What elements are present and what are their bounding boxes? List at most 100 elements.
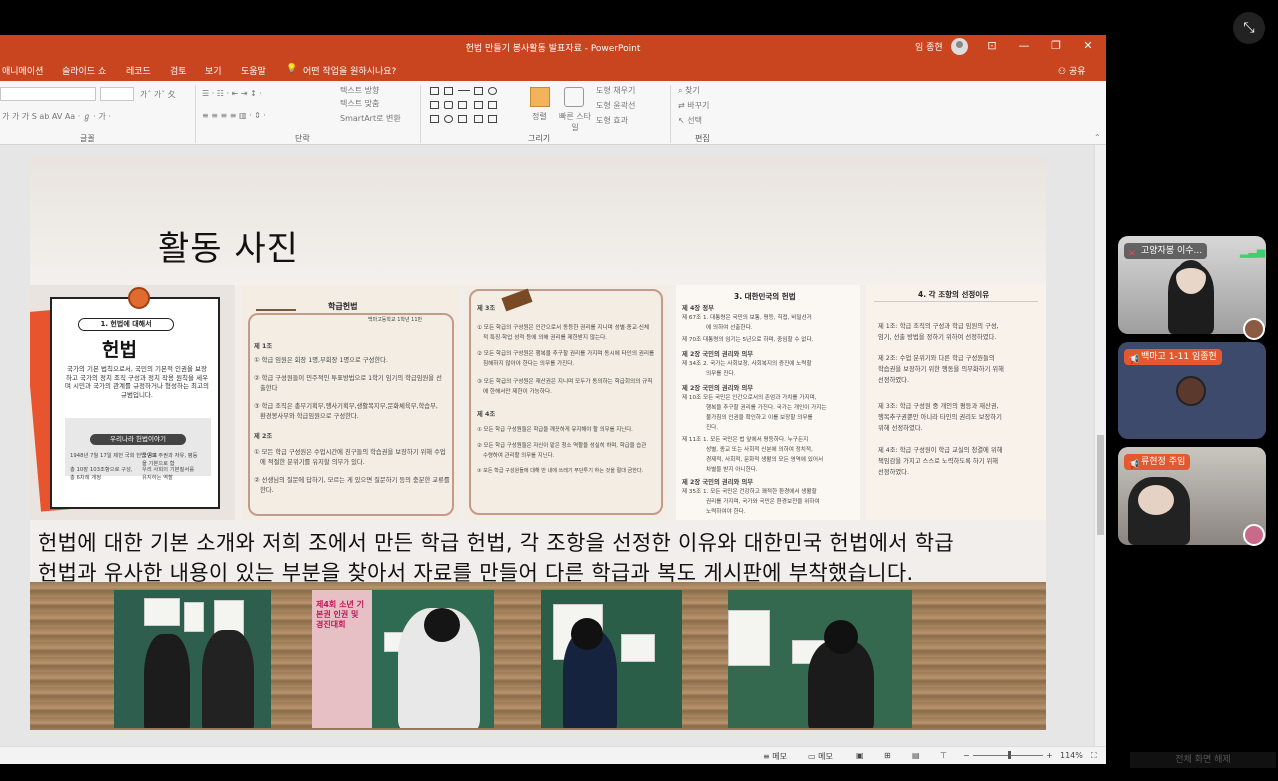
activity-photo-3: [541, 590, 682, 728]
poster-title: 3. 대한민국의 헌법: [734, 292, 796, 301]
align-text-button[interactable]: 텍스트 맞춤: [340, 98, 379, 109]
zoom-level[interactable]: 114%: [1060, 751, 1083, 760]
select-label: 선택: [687, 116, 702, 125]
font-size-box[interactable]: [100, 87, 134, 101]
poster-line: 출한다: [260, 385, 278, 392]
person-icon: ⚇: [1058, 67, 1069, 77]
slideshow-icon[interactable]: ⊤: [940, 751, 947, 760]
poster-line: 노력하여야 한다.: [706, 509, 746, 515]
poster-line: 에 적절한 분위기를 유지할 의무가 있다.: [260, 459, 365, 466]
shape-fill-button[interactable]: 도형 채우기: [596, 85, 635, 96]
poster-line: 의무를 진다.: [706, 371, 736, 377]
group-paragraph: 단락: [295, 134, 310, 143]
shape-effects-button[interactable]: 도형 효과: [596, 115, 628, 126]
find-button[interactable]: ⌕ 찾기: [678, 85, 700, 96]
poster-body: 국가의 기본 법칙으로서, 국민의 기본적 인권을 보장하고 국가의 정치 조직…: [65, 365, 209, 399]
avatar: [1243, 318, 1265, 340]
comments-label: 메모: [818, 752, 833, 761]
search-icon: ⌕: [678, 86, 686, 95]
normal-view-icon[interactable]: ▣: [856, 751, 864, 760]
poster-line: 차별을 받지 아니한다.: [706, 467, 758, 473]
exit-fullscreen-icon[interactable]: ⤡: [1233, 12, 1265, 44]
list-icons[interactable]: ☰ · ☷ · ⇤ ⇥ ↕ ·: [202, 89, 262, 98]
reading-view-icon[interactable]: ▤: [912, 751, 920, 760]
user-name[interactable]: 임 종현: [915, 40, 943, 53]
notes-button[interactable]: ≡ 메모: [763, 751, 787, 762]
zoom-out-icon[interactable]: −: [963, 751, 970, 760]
replace-label: 바꾸기: [687, 101, 710, 110]
tab-animations[interactable]: 애니메이션: [2, 64, 43, 77]
poster-line: ③ 모든 학급의 구성원은 재산권은 지니며 모두가 동의하는 학급회의의 규칙: [477, 379, 653, 385]
poster-line: 제 11조 1. 모든 국민은 법 앞에서 평등하다. 누구든지: [682, 437, 809, 443]
select-button[interactable]: ↖ 선택: [678, 115, 702, 126]
shapes-gallery[interactable]: [428, 85, 518, 125]
ribbon-tabs: 애니메이션 슬라이드 쇼 레코드 검토 보기 도움말 💡 어떤 작업을 원하시나…: [0, 59, 1106, 81]
activity-photo-2: 제4회 소년 기본권 인권 및 경진대회: [312, 590, 494, 728]
tab-review[interactable]: 검토: [170, 64, 187, 77]
share-button[interactable]: ⚇ 공유: [1058, 64, 1086, 77]
avatar[interactable]: [951, 38, 968, 55]
participant-name-text: 고양자봉 이수...: [1141, 246, 1203, 256]
poster-line: 제 67조 1. 대통령은 국민의 보통, 평등, 직접, 비밀선거: [682, 315, 812, 321]
fit-to-window-icon[interactable]: ⛶: [1091, 751, 1097, 761]
close-button[interactable]: ✕: [1078, 39, 1098, 52]
participant-face: [1138, 485, 1174, 515]
divider: [670, 85, 671, 143]
tab-help[interactable]: 도움말: [241, 64, 266, 77]
poster-school: 백마고등학교 1학년 11반: [368, 317, 423, 323]
shape-outline-button[interactable]: 도형 윤곽선: [596, 100, 635, 111]
maximize-button[interactable]: ❐: [1046, 39, 1066, 52]
zoom-in-icon[interactable]: +: [1046, 751, 1053, 760]
quick-styles-button[interactable]: 빠른 스타일: [558, 111, 592, 133]
group-font: 글꼴: [80, 134, 95, 143]
poster-korean-constitution: 3. 대한민국의 헌법 제 4장 정부 제 67조 1. 대통령은 국민의 보통…: [676, 285, 860, 520]
poster-line: 에 한해서만 제한이 가능하다.: [483, 389, 552, 395]
tab-view[interactable]: 보기: [205, 64, 222, 77]
ribbon-display-options-icon[interactable]: ⊡: [982, 39, 1002, 52]
minimize-button[interactable]: —: [1014, 39, 1034, 52]
signal-strength-icon: ▂▃▅: [1240, 245, 1266, 258]
arrange-button[interactable]: 정렬: [532, 111, 547, 122]
poster-item: 총 10장 103조항으로 구성, 총 6차례 개정: [70, 467, 133, 481]
font-name-box[interactable]: [0, 87, 96, 101]
share-label: 공유: [1068, 67, 1086, 77]
poster-subhead: 우리나라 헌법이야기: [90, 434, 186, 445]
poster-line: 제 2조: 수업 분위기와 다른 학급 구성원들의: [878, 355, 995, 362]
arrange-icon[interactable]: [530, 87, 550, 107]
poster-line: 제 2장 국민의 권리와 의무: [682, 351, 754, 358]
poster-heading: 1. 헌법에 대해서: [78, 318, 174, 331]
replace-button[interactable]: ⇄ 바꾸기: [678, 100, 709, 111]
student-figure: [144, 634, 190, 728]
smartart-button[interactable]: SmartArt로 변환: [340, 113, 401, 124]
quick-styles-icon[interactable]: [564, 87, 584, 107]
poster-headline: 제4회 소년 기본권 인권 및 경진대회: [316, 600, 364, 629]
divider: [195, 85, 196, 143]
vertical-scrollbar[interactable]: [1094, 145, 1106, 746]
tell-me-search[interactable]: 어떤 작업을 원하시나요?: [303, 64, 396, 77]
slide-sorter-icon[interactable]: ⊞: [884, 751, 891, 760]
font-format-icons[interactable]: 가 가 가 S ab AV Aa · ℊ · 가 ·: [2, 111, 111, 122]
participant-name: ✕ 고양자봉 이수...: [1124, 243, 1208, 259]
zoom-slider[interactable]: [973, 751, 1043, 759]
tab-slideshow[interactable]: 슬라이드 쇼: [62, 64, 106, 77]
collapse-ribbon-icon[interactable]: ⌃: [1094, 133, 1101, 142]
powerpoint-window: 헌법 만들기 봉사활동 발표자료 - PowerPoint 임 종현 ⊡ — ❐…: [0, 35, 1106, 764]
text-direction-button[interactable]: 텍스트 방향: [340, 85, 379, 96]
group-drawing: 그리기: [528, 134, 551, 143]
scrollbar-thumb[interactable]: [1097, 435, 1104, 535]
poster-title: 4. 각 조항의 선정이유: [918, 290, 990, 299]
poster-line: 제 2장 국민의 권리와 의무: [682, 479, 754, 486]
poster-line: 침해하지 않아야 한다는 의무를 가진다.: [483, 361, 575, 367]
poster-line: 경제적, 사회적, 문화적 생활의 모든 영역에 있어서: [706, 457, 824, 463]
comments-button[interactable]: ▭ 메모: [808, 751, 833, 762]
grow-font-icon[interactable]: 가ˆ 가ˇ 夂: [140, 89, 176, 100]
align-icons[interactable]: ≡ ≡ ≡ ≡ ▥ · ⇕ ·: [202, 111, 266, 120]
poster-line: 제 3조: 학급 구성원 중 개인의 평등과 재산권,: [878, 403, 999, 410]
poster-line: 성별, 종교 또는 사회적 신분에 의하여 정치적,: [706, 447, 813, 453]
slide[interactable]: 활동 사진 1. 헌법에 대해서 헌법 국가의 기본 법칙으로서, 국민의 기본…: [30, 157, 1046, 730]
poster-line: 제 2장 국민의 권리와 의무: [682, 385, 754, 392]
tab-record[interactable]: 레코드: [126, 64, 151, 77]
title-bar: 헌법 만들기 봉사활동 발표자료 - PowerPoint 임 종현 ⊡ — ❐…: [0, 35, 1106, 59]
participant-tile[interactable]: 📢 백마고 1-11 임종현: [1118, 342, 1266, 439]
poster-line: 제 4조: 학급 구성원이 학급 교실의 청결에 위해: [878, 447, 1003, 454]
